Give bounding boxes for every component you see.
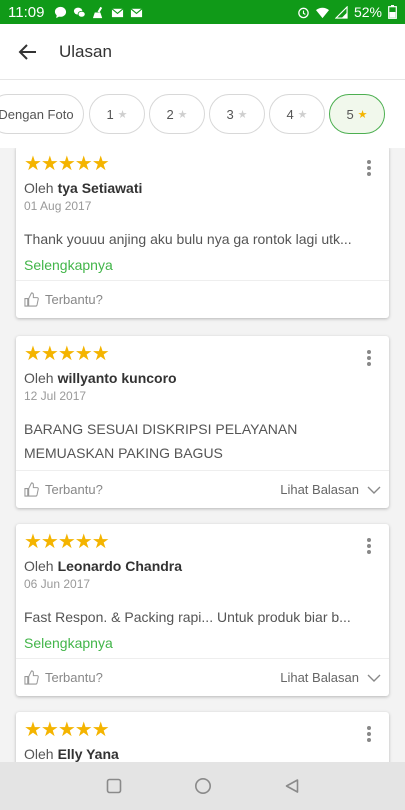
reviewer-line: Oleh willyanto kuncoro (24, 370, 381, 386)
star-icon: ★ (117, 108, 128, 121)
review-date: 06 Jun 2017 (24, 577, 91, 591)
review-footer: Terbantu? (16, 280, 389, 318)
reviewer-name: willyanto kuncoro (57, 370, 177, 386)
status-bar: 11:09 52% (0, 0, 405, 24)
wechat-icon (74, 7, 86, 18)
helpful-label: Terbantu? (45, 670, 103, 685)
thumbs-up-icon (24, 670, 39, 685)
reviewer-line: Oleh tya Setiawati (24, 180, 381, 196)
filter-chip-with-photo[interactable]: Dengan Foto (0, 94, 84, 134)
mail-icon (131, 7, 143, 17)
view-replies-button[interactable]: Lihat Balasan (280, 670, 381, 685)
by-label: Oleh (24, 370, 54, 386)
filter-chip-label: 3 (226, 106, 234, 122)
back-button[interactable] (0, 24, 56, 80)
filter-chip-2-star[interactable]: 2 ★ (149, 94, 205, 134)
review-footer: Terbantu? Lihat Balasan (16, 658, 389, 696)
filter-chip-label: Dengan Foto (0, 106, 74, 122)
helpful-button[interactable]: Terbantu? (24, 482, 103, 497)
chevron-down-icon (367, 674, 381, 682)
broom-icon (93, 6, 103, 18)
reviewer-name: Leonardo Chandra (57, 558, 183, 574)
back-nav-icon[interactable] (284, 778, 300, 794)
filter-chip-3-star[interactable]: 3 ★ (209, 94, 265, 134)
review-text: BARANG SESUAI DISKRIPSI PELAYANAN MEMUAS… (24, 421, 298, 461)
reviewer-name: tya Setiawati (57, 180, 143, 196)
review-text: Thank youuu anjing aku bulu nya ga ronto… (24, 231, 352, 247)
system-nav-bar (0, 762, 405, 810)
by-label: Oleh (24, 558, 54, 574)
battery-percent: 52% (353, 4, 382, 20)
review-list[interactable]: ★★★★★ Oleh tya Setiawati 01 Aug 2017 Than… (0, 148, 405, 762)
page-title: Ulasan (59, 41, 112, 61)
review-card: ★★★★★ Oleh Elly Yana (16, 712, 389, 762)
thumbs-up-icon (24, 482, 39, 497)
view-replies-label: Lihat Balasan (280, 670, 359, 685)
signal-icon (334, 5, 348, 19)
more-options-button[interactable] (361, 724, 377, 744)
view-replies-button[interactable]: Lihat Balasan (280, 482, 381, 497)
star-rating: ★★★★★ (24, 343, 110, 365)
more-options-button[interactable] (361, 158, 377, 178)
by-label: Oleh (24, 180, 54, 196)
status-time: 11:09 (8, 3, 45, 21)
alarm-icon (298, 7, 309, 18)
filter-chip-label: 1 (106, 106, 114, 122)
battery-icon (388, 5, 397, 19)
arrow-left-icon (18, 43, 36, 60)
review-card: ★★★★★ Oleh tya Setiawati 01 Aug 2017 Than… (16, 148, 389, 318)
helpful-label: Terbantu? (45, 482, 103, 497)
star-icon: ★ (357, 108, 368, 121)
by-label: Oleh (24, 746, 54, 762)
chat-icon (55, 6, 67, 18)
review-date: 01 Aug 2017 (24, 199, 92, 213)
rating-filter-bar: Dengan Foto 1 ★ 2 ★ 3 ★ 4 ★ 5 ★ (0, 80, 405, 148)
star-rating: ★★★★★ (24, 153, 110, 175)
star-rating: ★★★★★ (24, 719, 110, 741)
filter-chip-label: 4 (286, 106, 294, 122)
view-replies-label: Lihat Balasan (280, 482, 359, 497)
review-card: ★★★★★ Oleh Leonardo Chandra 06 Jun 2017 F… (16, 524, 389, 696)
app-bar: Ulasan (0, 24, 405, 80)
read-more-link[interactable]: Selengkapnya (24, 635, 381, 651)
helpful-button[interactable]: Terbantu? (24, 670, 103, 685)
read-more-link[interactable]: Selengkapnya (24, 257, 381, 273)
mail-icon (112, 7, 124, 17)
wifi-icon (315, 7, 329, 18)
review-date: 12 Jul 2017 (24, 389, 87, 403)
helpful-label: Terbantu? (45, 292, 103, 307)
helpful-button[interactable]: Terbantu? (24, 292, 103, 307)
home-icon[interactable] (194, 777, 212, 795)
chevron-down-icon (367, 486, 381, 494)
more-options-button[interactable] (361, 348, 377, 368)
filter-chip-1-star[interactable]: 1 ★ (89, 94, 145, 134)
reviewer-line: Oleh Elly Yana (24, 746, 381, 762)
star-icon: ★ (177, 108, 188, 121)
reviewer-name: Elly Yana (57, 746, 119, 762)
review-text: Fast Respon. & Packing rapi... Untuk pro… (24, 609, 351, 625)
thumbs-up-icon (24, 292, 39, 307)
more-options-button[interactable] (361, 536, 377, 556)
filter-chip-5-star[interactable]: 5 ★ (329, 94, 385, 134)
review-footer: Terbantu? Lihat Balasan (16, 470, 389, 508)
star-icon: ★ (237, 108, 248, 121)
reviewer-line: Oleh Leonardo Chandra (24, 558, 381, 574)
recent-apps-icon[interactable] (106, 778, 122, 794)
filter-chip-4-star[interactable]: 4 ★ (269, 94, 325, 134)
star-icon: ★ (297, 108, 308, 121)
filter-chip-label: 5 (346, 106, 354, 122)
star-rating: ★★★★★ (24, 531, 110, 553)
review-card: ★★★★★ Oleh willyanto kuncoro 12 Jul 2017 … (16, 336, 389, 508)
filter-chip-label: 2 (166, 106, 174, 122)
